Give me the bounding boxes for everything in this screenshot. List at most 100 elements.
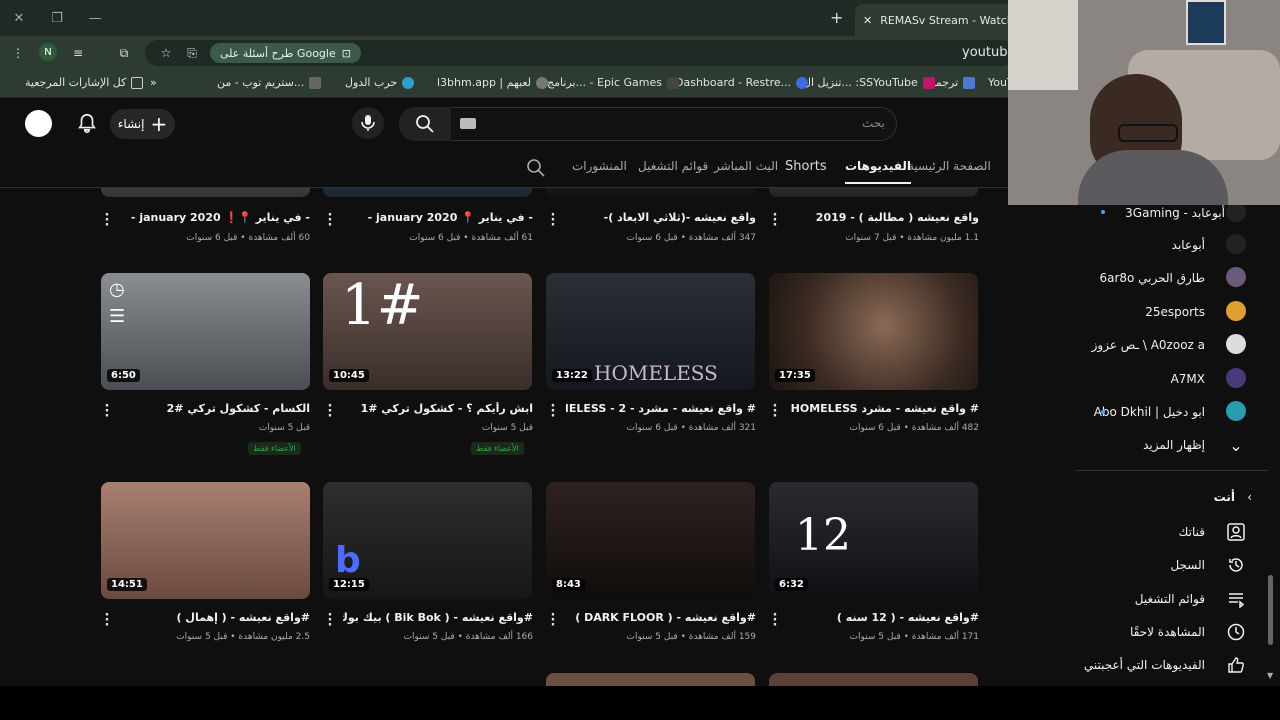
video-thumbnail[interactable]: HOMELESS 13:22	[546, 273, 755, 390]
create-button[interactable]: إنشاء +	[110, 109, 175, 139]
video-title[interactable]: # واقع نعيشه - مشرد HOMELESS	[789, 402, 979, 415]
create-label: إنشاء	[117, 117, 145, 131]
more-actions-icon[interactable]: · · ·	[103, 609, 111, 632]
tab-close-icon[interactable]: ✕	[863, 14, 872, 27]
watch-later-icon	[1227, 623, 1245, 641]
chevron-down-icon: ⌄	[1229, 436, 1243, 455]
subscription-label: ابو دخيل | Abo Dkhil	[1093, 405, 1205, 419]
video-meta: 159 ألف مشاهدة • قبل 5 سنوات	[626, 632, 756, 642]
video-thumbnail[interactable]: 12 6:32	[769, 482, 978, 599]
bookmark-stream-top[interactable]: ستريم توب - من...	[217, 76, 322, 89]
live-dot	[1101, 410, 1105, 414]
video-title[interactable]: #واقع نعيشه - ( إهمال )	[120, 611, 310, 624]
video-title[interactable]: #واقع نعيشه - ( Bik Bok ) بيك بوك	[343, 611, 533, 624]
extensions-icon[interactable]: ⧉	[114, 43, 134, 63]
video-title[interactable]: - في يناير 📍❗ january 2020 -	[120, 211, 310, 224]
close-window-icon[interactable]: ✕	[0, 11, 38, 26]
video-thumbnail[interactable]: b 12:15	[323, 482, 532, 599]
channel-search-icon[interactable]	[526, 158, 546, 178]
video-thumbnail[interactable]	[546, 673, 755, 686]
members-only-badge: الأعضاء فقط	[471, 442, 524, 455]
keyboard-icon[interactable]	[460, 118, 476, 129]
channel-avatar	[1226, 334, 1246, 354]
media-control-icon[interactable]: ≡	[68, 43, 88, 63]
glasses	[1118, 124, 1178, 142]
bookmark-translate[interactable]: ترجمة	[930, 76, 976, 89]
notifications-bell-icon[interactable]	[76, 112, 98, 134]
more-actions-icon[interactable]: · · ·	[549, 209, 557, 232]
bookmark-l3bhm[interactable]: l3bhm.app | لعبهم	[437, 76, 549, 89]
more-actions-icon[interactable]: · · ·	[103, 400, 111, 423]
plus-icon: +	[150, 112, 168, 136]
video-title[interactable]: الكسام - كشكول تركي #2	[120, 402, 310, 415]
channel-avatar	[1226, 267, 1246, 287]
more-actions-icon[interactable]: · · ·	[771, 400, 779, 423]
folder-icon	[131, 76, 144, 89]
more-actions-icon[interactable]: · · ·	[326, 209, 334, 232]
video-title[interactable]: #واقع نعيشه - ( DARK FLOOR )	[566, 611, 756, 624]
more-actions-icon[interactable]: · · ·	[549, 400, 557, 423]
more-actions-icon[interactable]: · · ·	[326, 400, 334, 423]
bookmark-star-icon[interactable]: ☆	[156, 43, 176, 63]
video-title[interactable]: - في يناير 📍 january 2020 -	[343, 211, 533, 224]
bookmark-ssyoutube[interactable]: تنزيل ال... :SSYouTube	[803, 76, 935, 89]
bookmark-war-of-nations[interactable]: حرب الدول	[345, 76, 415, 89]
ask-google-chip[interactable]: طرح أسئلة على Google ⊡	[210, 43, 361, 63]
video-title[interactable]: واقع نعيشه -(ثلاثي الابعاد )-	[566, 211, 756, 224]
you-section-heading[interactable]: أنت ›	[1085, 490, 1255, 520]
subscription-label: طارق الحربي 6ar8o	[1099, 271, 1205, 285]
scroll-down-arrow-icon[interactable]: ▼	[1267, 671, 1273, 680]
more-actions-icon[interactable]: · · ·	[771, 209, 779, 232]
new-tab-button[interactable]: +	[830, 8, 843, 27]
bookmark-restream[interactable]: Dashboard - Restre...	[675, 76, 809, 89]
account-avatar[interactable]	[25, 110, 52, 137]
ssyoutube-icon	[922, 76, 935, 89]
tab-home[interactable]: الصفحة الرئيسية	[908, 159, 991, 173]
more-actions-icon[interactable]: · · ·	[771, 609, 779, 632]
bookmark-epic-games[interactable]: برنامج... - Epic Games	[547, 76, 680, 89]
tab-live[interactable]: البث المباشر	[714, 159, 778, 173]
globe-icon	[402, 76, 415, 89]
tab-shorts[interactable]: Shorts	[785, 159, 827, 174]
video-thumbnail[interactable]	[769, 673, 978, 686]
more-actions-icon[interactable]: · · ·	[549, 609, 557, 632]
channel-avatar	[1226, 301, 1246, 321]
bookmarks-overflow-icon[interactable]: »	[150, 76, 157, 89]
video-duration: 6:32	[775, 578, 808, 591]
sidebar-item-label: السجل	[1170, 558, 1205, 572]
video-thumbnail[interactable]: ◷ ☰ 6:50	[101, 273, 310, 390]
video-title[interactable]: واقع نعيشه ( مطالبة ) - 2019	[789, 211, 979, 224]
tab-posts[interactable]: المنشورات	[572, 159, 627, 173]
video-thumbnail[interactable]: 17:35	[769, 273, 978, 390]
video-thumbnail[interactable]: 14:51	[101, 482, 310, 599]
video-thumbnail[interactable]: 1# 10:45	[323, 273, 532, 390]
tab-videos[interactable]: الفيديوهات	[845, 159, 911, 184]
video-title[interactable]: #واقع نعيشه - ( 12 سنه )	[789, 611, 979, 624]
history-icon	[1229, 558, 1243, 572]
video-thumbnail[interactable]: 8:43	[546, 482, 755, 599]
all-bookmarks[interactable]: كل الإشارات المرجعية	[25, 76, 144, 89]
browser-tab[interactable]: ✕ REMASv Stream - Watch Live	[855, 4, 1015, 36]
voice-search-button[interactable]	[352, 107, 384, 139]
sidebar-scrollbar[interactable]	[1268, 575, 1273, 645]
globe-icon	[536, 76, 549, 89]
bookmark-label: ستريم توب - من...	[217, 76, 305, 89]
video-duration: 17:35	[775, 369, 815, 382]
queue-icon: ☰	[109, 306, 126, 327]
channel-avatar	[1226, 202, 1246, 222]
search-button[interactable]	[399, 107, 451, 141]
minimize-window-icon[interactable]: —	[76, 11, 114, 26]
video-meta: 347 ألف مشاهدة • قبل 6 سنوات	[626, 233, 756, 243]
menu-icon[interactable]: ⋮	[8, 43, 28, 63]
video-title[interactable]: # واقع نعيشه - مشرد - 2 - HOMELESS	[566, 402, 756, 415]
sidebar-item-label: قوائم التشغيل	[1134, 592, 1205, 606]
tab-playlists[interactable]: قوائم التشغيل	[638, 159, 708, 173]
install-app-icon[interactable]: ⎘	[182, 43, 202, 63]
more-actions-icon[interactable]: · · ·	[326, 609, 334, 632]
bookmark-label: حرب الدول	[345, 76, 398, 89]
maximize-window-icon[interactable]: ❐	[38, 11, 76, 26]
more-actions-icon[interactable]: · · ·	[103, 209, 111, 232]
bookmark-label: كل الإشارات المرجعية	[25, 76, 127, 89]
video-title[interactable]: ابش رأيكم ؟ - كشكول تركي #1	[343, 402, 533, 415]
profile-avatar[interactable]: N	[39, 43, 57, 61]
